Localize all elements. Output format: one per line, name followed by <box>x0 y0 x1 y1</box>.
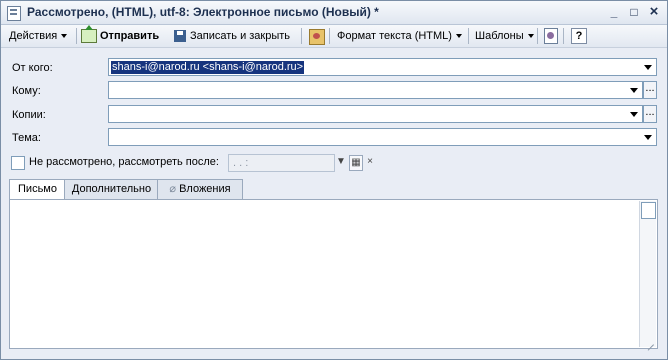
help-button[interactable]: ? <box>571 28 587 44</box>
clear-date-icon[interactable]: × <box>364 155 376 169</box>
tab-attachments[interactable]: ⌀ Вложения <box>157 179 243 199</box>
tab-label: Вложения <box>179 183 231 195</box>
send-icon <box>81 25 97 44</box>
toolbar-separator <box>301 28 302 44</box>
from-value: shans-i@narod.ru <shans-i@narod.ru> <box>111 61 305 74</box>
minimize-button[interactable]: _ <box>607 5 621 19</box>
close-button[interactable]: × <box>647 4 661 19</box>
actions-menu-button[interactable]: Действия <box>9 27 68 45</box>
templates-label: Шаблоны <box>475 30 524 42</box>
to-select-button[interactable]: ... <box>643 81 657 99</box>
reviewed-label: Не рассмотрено, рассмотреть после: <box>29 156 219 168</box>
review-date-value: . . : <box>233 157 249 169</box>
chevron-down-icon[interactable] <box>640 129 656 145</box>
save-and-close-label: Записать и закрыть <box>190 30 291 42</box>
review-date-field[interactable]: . . : <box>228 154 335 172</box>
copies-value <box>111 108 113 121</box>
copies-field[interactable] <box>108 105 643 123</box>
subject-value <box>111 131 113 144</box>
dropdown-arrow-icon <box>527 34 534 39</box>
toolbar-separator <box>537 28 538 44</box>
form-icon <box>7 6 21 21</box>
reviewed-checkbox[interactable] <box>11 156 25 170</box>
title-bar: Рассмотрено, (HTML), utf-8: Электронное … <box>1 1 667 25</box>
window-title: Рассмотрено, (HTML), utf-8: Электронное … <box>27 5 379 19</box>
subject-field[interactable] <box>108 128 657 146</box>
address-book-icon[interactable] <box>309 29 325 45</box>
from-label: От кого: <box>12 62 53 74</box>
email-window: Рассмотрено, (HTML), utf-8: Электронное … <box>0 0 668 360</box>
floppy-disk-icon <box>174 30 186 43</box>
toolbar-separator <box>76 28 77 44</box>
message-body-editor[interactable] <box>9 199 658 349</box>
text-format-menu[interactable]: Формат текста (HTML) <box>337 27 462 45</box>
to-field[interactable] <box>108 81 643 99</box>
templates-menu[interactable]: Шаблоны <box>475 27 534 45</box>
toolbar-separator <box>563 28 564 44</box>
vertical-scrollbar[interactable] <box>639 201 656 347</box>
dropdown-arrow-icon <box>61 34 68 39</box>
save-and-close-button[interactable]: Записать и закрыть <box>174 27 290 45</box>
subject-label: Тема: <box>12 132 41 144</box>
tab-label: Письмо <box>18 183 57 195</box>
resize-grip-icon[interactable] <box>644 335 656 347</box>
date-dropdown-icon[interactable]: ▼ <box>335 155 347 169</box>
chevron-down-icon[interactable] <box>626 106 642 122</box>
chevron-down-icon[interactable] <box>626 82 642 98</box>
tab-additional[interactable]: Дополнительно <box>64 179 159 199</box>
dropdown-arrow-icon <box>455 34 462 39</box>
maximize-button[interactable]: □ <box>627 5 641 19</box>
from-field[interactable]: shans-i@narod.ru <shans-i@narod.ru> <box>108 58 657 76</box>
tab-label: Дополнительно <box>71 183 152 195</box>
document-icon[interactable] <box>544 28 558 44</box>
to-label: Кому: <box>12 85 41 97</box>
tab-letter[interactable]: Письмо <box>9 179 66 200</box>
paperclip-icon: ⌀ <box>169 183 180 195</box>
send-button[interactable]: Отправить <box>81 25 160 45</box>
text-format-label: Формат текста (HTML) <box>337 30 452 42</box>
to-value <box>111 84 113 97</box>
send-label: Отправить <box>100 30 160 42</box>
copies-label: Копии: <box>12 109 46 121</box>
calendar-icon[interactable]: ▦ <box>349 155 363 171</box>
copies-select-button[interactable]: ... <box>643 105 657 123</box>
toolbar: Действия Отправить Записать и закрыть Фо… <box>1 25 667 48</box>
scrollbar-thumb[interactable] <box>641 202 656 219</box>
chevron-down-icon[interactable] <box>640 59 656 75</box>
actions-label: Действия <box>9 30 58 42</box>
toolbar-separator <box>329 28 330 44</box>
toolbar-separator <box>468 28 469 44</box>
